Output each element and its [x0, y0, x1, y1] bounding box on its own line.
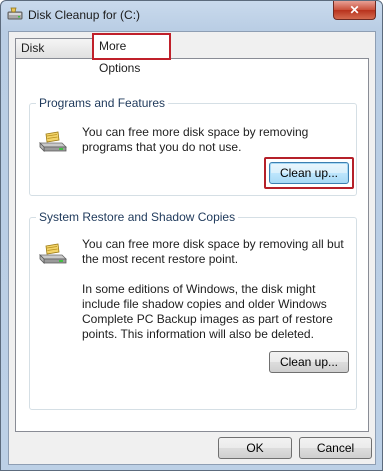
highlight-frame [264, 157, 354, 189]
ok-button[interactable]: OK [218, 437, 292, 459]
close-icon: ✕ [349, 3, 360, 17]
tab-disk-cleanup[interactable]: Disk Cleanup [15, 38, 93, 73]
group-description: In some editions of Windows, the disk mi… [82, 282, 333, 341]
group-description: You can free more disk space by removing… [82, 125, 309, 154]
close-button[interactable]: ✕ [333, 1, 376, 20]
cancel-button[interactable]: Cancel [299, 437, 372, 459]
programs-and-features-group: Programs and Features You can free more … [29, 96, 357, 196]
drive-icon [39, 243, 67, 264]
drive-icon [39, 131, 67, 152]
disk-cleanup-icon [7, 7, 23, 20]
disk-cleanup-window: Disk Cleanup for (C:) ✕ Disk Cleanup Mor… [0, 0, 383, 471]
clean-up-restore-button[interactable]: Clean up... [269, 351, 349, 373]
group-description: You can free more disk space by removing… [82, 237, 344, 266]
more-options-panel: Programs and Features You can free more … [15, 58, 369, 432]
group-heading: Programs and Features [36, 96, 169, 110]
window-title: Disk Cleanup for (C:) [28, 8, 141, 22]
title-bar[interactable]: Disk Cleanup for (C:) ✕ [1, 1, 382, 29]
dialog-client: Disk Cleanup More Options Programs and F… [8, 31, 376, 465]
group-heading: System Restore and Shadow Copies [36, 210, 239, 224]
tab-more-options[interactable]: More Options [92, 33, 171, 75]
system-restore-group: System Restore and Shadow Copies You can… [29, 210, 357, 410]
